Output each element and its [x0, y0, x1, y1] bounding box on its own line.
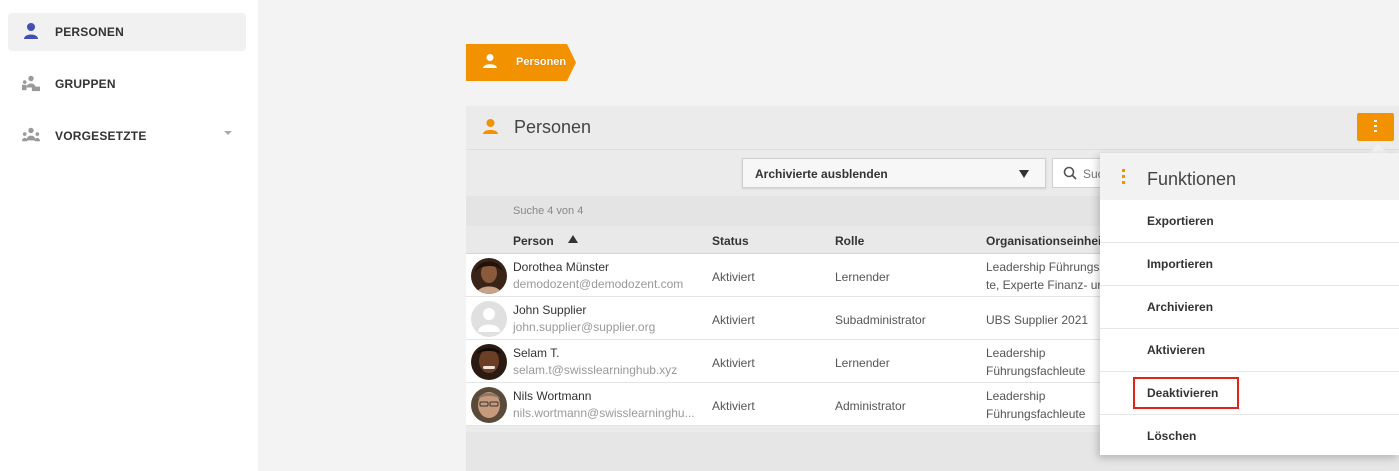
person-icon	[24, 23, 38, 39]
status-cell: Aktiviert	[712, 313, 755, 327]
menu-item-loeschen[interactable]: Löschen	[1100, 415, 1399, 458]
sidebar-item-label: GRUPPEN	[55, 77, 116, 91]
column-header-rolle[interactable]: Rolle	[835, 234, 864, 248]
dropdown-header: Funktionen	[1100, 153, 1399, 200]
person-name: Dorothea Münster	[513, 260, 610, 274]
org-cell: Leadership Führungs	[986, 260, 1100, 274]
sidebar-item-gruppen[interactable]: GRUPPEN	[8, 65, 246, 103]
select-value: Archivierte ausblenden	[755, 167, 888, 181]
menu-item-label: Löschen	[1147, 429, 1197, 443]
caret-down-icon	[1019, 170, 1029, 178]
org-cell: Leadership	[986, 346, 1046, 360]
sidebar-item-vorgesetzte[interactable]: VORGESETZTE	[8, 117, 246, 155]
person-email: demodozent@demodozent.com	[513, 277, 684, 291]
org-cell: UBS Supplier 2021	[986, 313, 1089, 327]
status-cell: Aktiviert	[712, 270, 755, 284]
person-email: selam.t@swisslearninghub.xyz	[513, 363, 678, 377]
org-cell-line2: Führungsfachleute	[986, 407, 1086, 421]
avatar	[471, 301, 507, 337]
supervisors-icon	[22, 127, 40, 142]
breadcrumb-label: Personen	[516, 56, 567, 68]
sidebar-item-label: VORGESETZTE	[55, 129, 147, 143]
role-cell: Lernender	[835, 356, 890, 370]
person-icon	[483, 54, 497, 68]
role-cell: Lernender	[835, 270, 890, 284]
dropdown-pointer	[1369, 144, 1387, 153]
menu-item-label: Aktivieren	[1147, 343, 1206, 357]
menu-item-deaktivieren[interactable]: Deaktivieren	[1100, 372, 1399, 415]
menu-item-label: Archivieren	[1147, 300, 1214, 314]
column-header-person[interactable]: Person	[513, 234, 554, 248]
column-header-status[interactable]: Status	[712, 234, 749, 248]
person-email: john.supplier@supplier.org	[513, 320, 656, 334]
avatar	[471, 344, 507, 380]
search-icon	[1063, 166, 1077, 180]
person-name: Selam T.	[513, 346, 560, 360]
person-name: Nils Wortmann	[513, 389, 592, 403]
status-cell: Aktiviert	[712, 356, 755, 370]
menu-item-aktivieren[interactable]: Aktivieren	[1100, 329, 1399, 372]
status-cell: Aktiviert	[712, 399, 755, 413]
sidebar: PERSONEN GRUPPEN VORGESETZTE	[0, 0, 258, 471]
panel-header: Personen	[466, 106, 1399, 150]
person-icon	[483, 119, 498, 134]
archive-filter-select[interactable]: Archivierte ausblenden	[742, 158, 1046, 188]
menu-item-archivieren[interactable]: Archivieren	[1100, 286, 1399, 329]
menu-item-label: Importieren	[1147, 257, 1214, 271]
sort-ascending-icon[interactable]	[568, 235, 578, 243]
org-cell-line2: Führungsfachleute	[986, 364, 1086, 378]
chevron-down-icon[interactable]	[224, 131, 232, 135]
menu-item-exportieren[interactable]: Exportieren	[1100, 200, 1399, 243]
result-count: Suche 4 von 4	[513, 205, 584, 217]
breadcrumb[interactable]: Personen	[466, 44, 576, 81]
functions-dropdown: Funktionen Exportieren Importieren Archi…	[1100, 153, 1399, 455]
group-icon	[22, 75, 40, 92]
person-email: nils.wortmann@swisslearninghu...	[513, 406, 695, 420]
org-cell-line2: te, Experte Finanz- ur	[986, 278, 1102, 292]
menu-item-label: Exportieren	[1147, 214, 1214, 228]
sidebar-item-personen[interactable]: PERSONEN	[8, 13, 246, 51]
more-vertical-icon	[1122, 169, 1125, 185]
avatar	[471, 258, 507, 294]
column-header-organisationseinheit[interactable]: Organisationseinheit	[986, 234, 1105, 248]
dropdown-title: Funktionen	[1147, 169, 1237, 189]
person-name: John Supplier	[513, 303, 587, 317]
role-cell: Subadministrator	[835, 313, 926, 327]
org-cell: Leadership	[986, 389, 1046, 403]
menu-item-importieren[interactable]: Importieren	[1100, 243, 1399, 286]
avatar	[471, 387, 507, 423]
more-vertical-icon	[1374, 120, 1377, 134]
sidebar-item-label: PERSONEN	[55, 25, 124, 39]
panel-menu-button[interactable]	[1357, 113, 1394, 141]
role-cell: Administrator	[835, 399, 906, 413]
panel-title: Personen	[514, 117, 592, 137]
menu-item-label: Deaktivieren	[1147, 386, 1219, 400]
